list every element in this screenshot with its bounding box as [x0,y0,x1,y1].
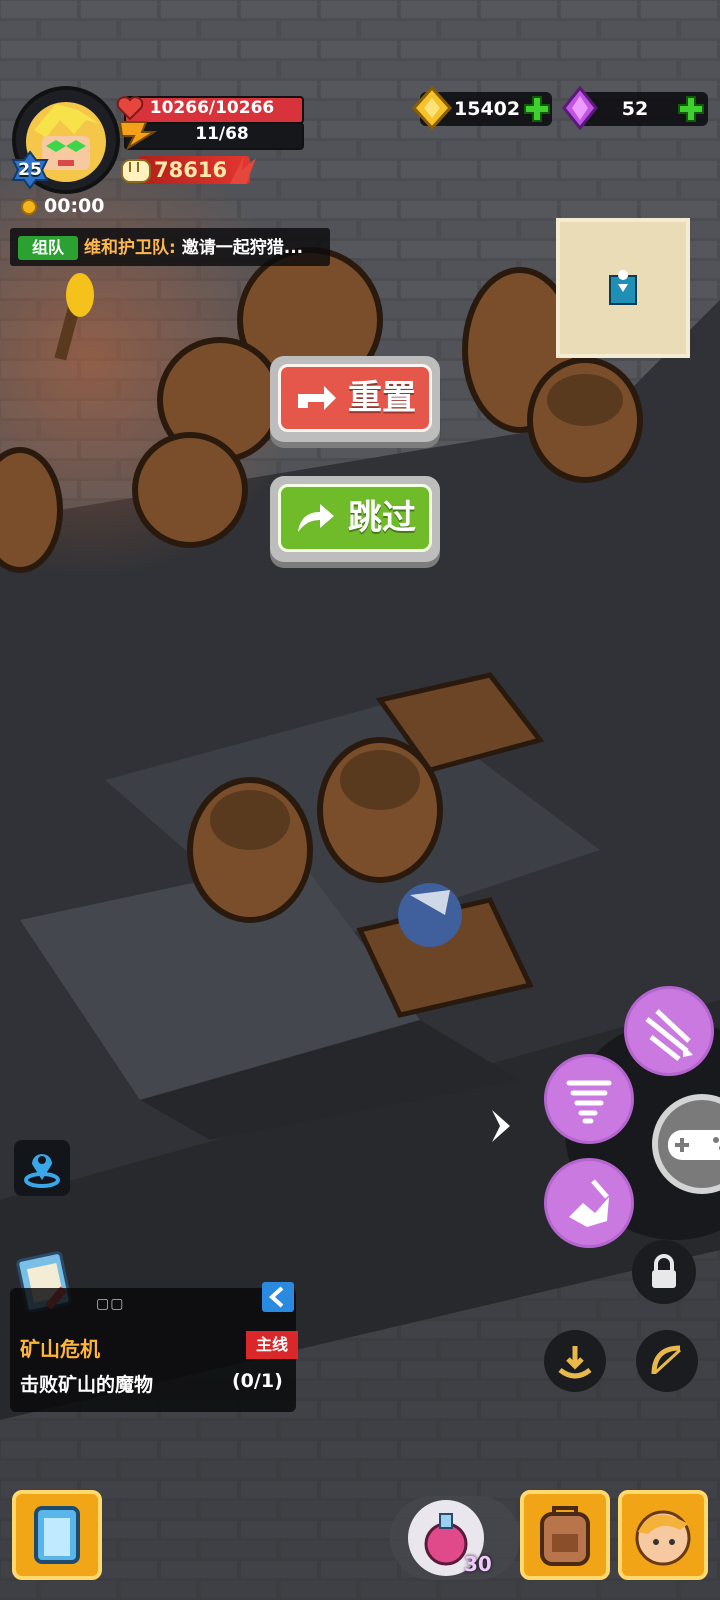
gold-amount: 15402 [454,98,521,120]
lock-icon [652,1254,676,1288]
portal-button[interactable] [12,1490,102,1580]
ground-smash-icon [569,1179,609,1227]
dash-icon [558,1346,592,1379]
team-invite-text: 邀请一起狩猎... [181,238,304,258]
potion-count: 30 [464,1552,492,1576]
bow-skill-button[interactable] [636,1330,698,1392]
quest-progress: (0/1) [232,1370,283,1392]
map-marker-icon [609,270,637,305]
inventory-button[interactable] [520,1490,610,1580]
energy-value: 11/68 [195,124,249,144]
fist-icon [121,159,151,183]
hp-value: 10266/10266 [149,98,275,118]
team-message: 维和护卫队: 邀请一起狩猎... [84,236,303,260]
chevron-left-icon [269,1286,284,1308]
team-tag: 组队 [18,236,78,260]
locate-button[interactable] [14,1140,70,1196]
sun-icon [21,199,37,215]
reset-button[interactable]: 重置 [270,356,440,442]
player-level: 25 [18,160,42,180]
tornado-icon [566,1080,612,1124]
team-name: 维和护卫队: [84,238,176,258]
quest-indicator: ▢▢ [96,1296,125,1312]
plus-icon [524,96,550,122]
skip-button[interactable]: 跳过 [270,476,440,562]
quest-description: 击败矿山的魔物 [20,1374,154,1396]
purple-gem-icon [562,86,598,130]
character-button[interactable] [618,1490,708,1580]
attack-button[interactable] [652,1094,720,1194]
multi-arrow-icon [645,1009,693,1061]
minimap[interactable] [556,218,690,358]
skill-button-1[interactable] [624,986,714,1076]
skip-label: 跳过 [348,498,416,538]
portal-icon [34,1506,80,1564]
plus-icon [678,96,704,122]
location-pin-icon [24,1153,60,1188]
game-scene: 25 10266/10266 11/68 78616 00:00 15402 5… [0,0,720,1600]
swap-arrows-icon [298,386,336,410]
backpack-icon [540,1506,590,1566]
dodge-button[interactable] [544,1330,606,1392]
add-gems-button[interactable] [676,94,706,124]
gamepad-icon [668,1130,720,1160]
bow-icon [651,1345,682,1375]
lock-target-button[interactable] [632,1240,696,1304]
quest-title: 矿山危机 [20,1337,100,1361]
quest-main-tag: 主线 [246,1331,298,1359]
flame-icon [230,156,256,184]
hero-face-icon [635,1510,691,1566]
forward-arrow-icon [298,504,334,532]
collapse-quest-button[interactable] [262,1282,294,1312]
reset-label: 重置 [348,378,416,418]
timer: 00:00 [44,195,105,217]
gem-amount: 52 [621,98,649,120]
add-gold-button[interactable] [522,94,552,124]
gold-coin-icon [411,86,453,130]
skill-button-2[interactable] [544,1054,634,1144]
skill-button-3[interactable] [544,1158,634,1248]
